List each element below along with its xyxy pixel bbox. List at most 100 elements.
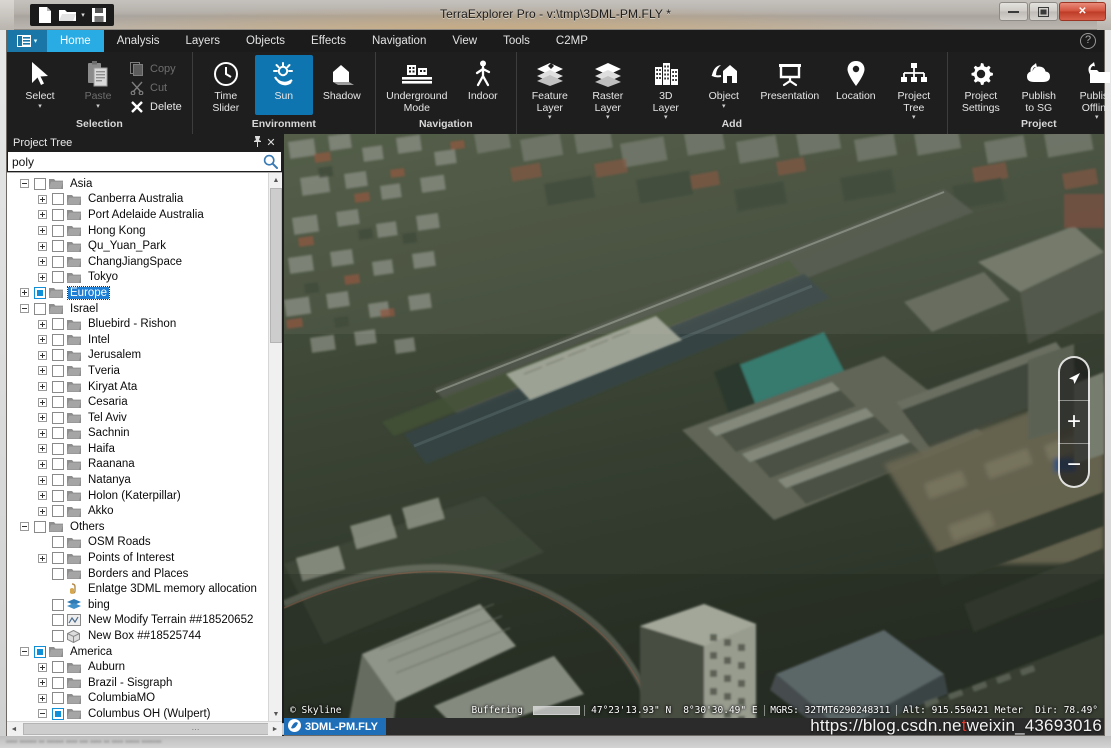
tab-objects[interactable]: Objects [233, 30, 298, 52]
zoom-out-button[interactable]: − [1058, 443, 1090, 486]
tree-node-checkbox[interactable] [52, 442, 64, 455]
tree-node-checkbox[interactable] [52, 536, 64, 549]
tree-node-label[interactable]: Jerusalem [86, 349, 143, 361]
project-settings-button[interactable]: Project Settings [952, 55, 1010, 115]
pin-icon[interactable] [250, 135, 264, 150]
expand-icon[interactable] [37, 553, 48, 564]
object-caret-icon[interactable]: ▾ [722, 103, 726, 110]
presentation-button[interactable]: Presentation [753, 55, 827, 115]
tree-node-checkbox[interactable] [52, 707, 64, 720]
expand-icon[interactable] [37, 677, 48, 688]
object-button[interactable]: Object ▾ [695, 55, 753, 115]
tree-node[interactable]: Tel Aviv [7, 410, 282, 426]
tree-node[interactable]: Intel [7, 332, 282, 348]
tree-node-label[interactable]: Borders and Places [86, 568, 190, 580]
tree-node-label[interactable]: Columbus OH (Wulpert) [86, 708, 213, 720]
sun-button[interactable]: Sun [254, 55, 313, 115]
tree-node-label[interactable]: New Modify Terrain ##18520652 [86, 614, 255, 626]
tree-node[interactable]: Hong Kong [7, 223, 282, 239]
tree-node-label[interactable]: Natanya [86, 474, 133, 486]
expand-icon[interactable] [37, 490, 48, 501]
tree-node-label[interactable]: OSM Roads [86, 536, 153, 548]
location-button[interactable]: Location [827, 55, 885, 115]
tree-node[interactable]: Sachnin [7, 426, 282, 442]
collapse-icon[interactable] [19, 303, 30, 314]
tree-node-label[interactable]: Israel [68, 303, 100, 315]
tree-node-label[interactable]: Kiryat Ata [86, 381, 139, 393]
collapse-icon[interactable] [37, 708, 48, 719]
expand-icon[interactable] [37, 350, 48, 361]
tree-node-checkbox[interactable] [34, 645, 46, 658]
collapse-icon[interactable] [19, 178, 30, 189]
tab-view[interactable]: View [439, 30, 490, 52]
tree-node-label[interactable]: Port Adelaide Australia [86, 209, 206, 221]
expand-icon[interactable] [37, 693, 48, 704]
tree-node[interactable]: Haifa [7, 441, 282, 457]
tree-node-checkbox[interactable] [52, 193, 64, 206]
expand-icon[interactable] [37, 506, 48, 517]
3d-viewport[interactable]: + − © Skyline Buffering 47°23'13.93" N 8… [284, 134, 1104, 735]
tree-node[interactable]: Points of Interest [7, 550, 282, 566]
publish-offline-button[interactable]: Publish Offline ▾ [1068, 55, 1111, 121]
help-icon[interactable]: ? [1080, 33, 1096, 49]
expand-icon[interactable] [37, 365, 48, 376]
tree-node-label[interactable]: Holon (Katerpillar) [86, 490, 183, 502]
tree-node-label[interactable]: bing [86, 599, 112, 611]
tree-node-checkbox[interactable] [52, 427, 64, 440]
tree-node-checkbox[interactable] [52, 552, 64, 565]
tree-node-checkbox[interactable] [52, 567, 64, 580]
close-icon[interactable]: ✕ [264, 136, 278, 149]
tree-node[interactable]: OSM Roads [7, 535, 282, 551]
expand-icon[interactable] [37, 225, 48, 236]
paste-button[interactable]: Paste ▾ [69, 55, 127, 115]
expand-icon[interactable] [37, 256, 48, 267]
tree-node-checkbox[interactable] [52, 208, 64, 221]
tab-home[interactable]: Home [47, 30, 104, 52]
expand-icon[interactable] [37, 272, 48, 283]
tree-node[interactable]: Holon (Katerpillar) [7, 488, 282, 504]
navigation-widget[interactable]: + − [1058, 356, 1090, 488]
expand-icon[interactable] [37, 319, 48, 330]
tree-node[interactable]: Port Adelaide Australia [7, 207, 282, 223]
expand-icon[interactable] [19, 287, 30, 298]
expand-icon[interactable] [37, 412, 48, 423]
tree-node-checkbox[interactable] [52, 349, 64, 362]
time-slider-button[interactable]: Time Slider [197, 55, 255, 115]
tree-node-label[interactable]: Points of Interest [86, 552, 176, 564]
tree-node[interactable]: Auburn [7, 659, 282, 675]
open-folder-icon[interactable] [56, 5, 78, 25]
tree-node-checkbox[interactable] [52, 364, 64, 377]
tab-navigation[interactable]: Navigation [359, 30, 439, 52]
tree-node-checkbox[interactable] [52, 598, 64, 611]
tree-node-checkbox[interactable] [52, 661, 64, 674]
tree-node-checkbox[interactable] [34, 286, 46, 299]
tree-node[interactable]: Borders and Places [7, 566, 282, 582]
tree-node-label[interactable]: Qu_Yuan_Park [86, 240, 168, 252]
tree-node[interactable]: Qu_Yuan_Park [7, 238, 282, 254]
delete-button[interactable]: Delete [127, 97, 188, 116]
tree-node-checkbox[interactable] [52, 489, 64, 502]
tree-node-checkbox[interactable] [52, 474, 64, 487]
tree-node[interactable]: Tveria [7, 363, 282, 379]
tree-node-label[interactable]: ChangJiangSpace [86, 256, 184, 268]
expand-icon[interactable] [37, 381, 48, 392]
tree-node-label[interactable]: Tokyo [86, 271, 120, 283]
tree-node[interactable]: Cesaria [7, 394, 282, 410]
tree-node-checkbox[interactable] [52, 458, 64, 471]
tree-node-label[interactable]: Sachnin [86, 427, 132, 439]
expand-icon[interactable] [37, 241, 48, 252]
project-tree-scroll-area[interactable]: Asia Canberra Australia Port Adelaide Aust… [7, 172, 282, 721]
tree-node-label[interactable]: Akko [86, 505, 116, 517]
tree-node-label[interactable]: Europe [66, 285, 111, 300]
tree-node-label[interactable]: Others [68, 521, 107, 533]
expand-icon[interactable] [37, 443, 48, 454]
tree-node-checkbox[interactable] [52, 240, 64, 253]
tree-node-label[interactable]: Tel Aviv [86, 412, 129, 424]
new-document-icon[interactable] [34, 5, 56, 25]
expand-icon[interactable] [37, 334, 48, 345]
indoor-button[interactable]: Indoor [454, 55, 512, 115]
tree-node[interactable]: Tokyo [7, 270, 282, 286]
tab-effects[interactable]: Effects [298, 30, 359, 52]
tree-node-checkbox[interactable] [52, 505, 64, 518]
tree-node-checkbox[interactable] [52, 396, 64, 409]
